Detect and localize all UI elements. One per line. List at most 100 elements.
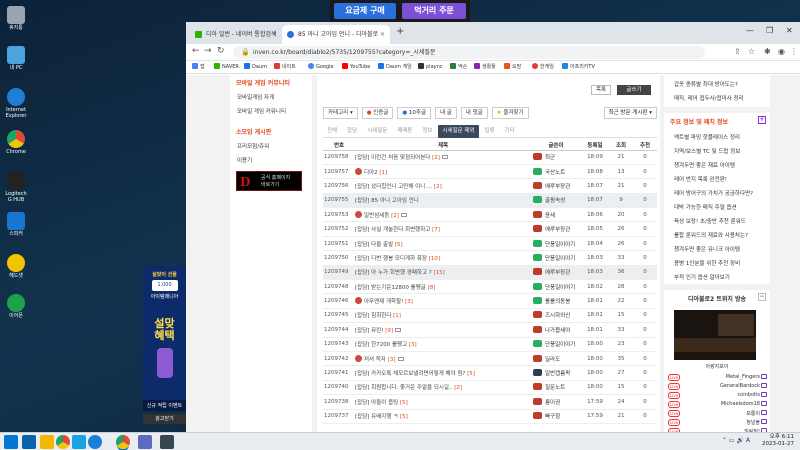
post-author[interactable]: 단풍일이야기 [545, 342, 575, 348]
tab-tips[interactable]: 팁류 [480, 125, 498, 138]
guide-link[interactable]: 용병 1인분을 위한 추천 장비 [664, 256, 770, 270]
streamer-item[interactable]: Live 보롱이 [664, 409, 770, 418]
chrome-running-icon[interactable] [116, 435, 130, 449]
guide-link[interactable]: 룰합 룬워드의 재료와 사용처는? [664, 228, 770, 242]
menu-icon[interactable]: ⋮ [790, 47, 798, 56]
bookmark-daum[interactable]: Daum [244, 61, 267, 74]
post-author[interactable]: 딜라도 [545, 357, 560, 363]
post-title-cell[interactable]: [잡담] 뮤린! [9] [355, 322, 531, 338]
post-author[interactable]: 즈시하외신 [545, 313, 570, 319]
post-title[interactable]: [잡담] 받는기운12800 룰펭글 [355, 285, 426, 291]
minimize-icon[interactable]: — [746, 26, 754, 35]
post-title[interactable]: [잡담] 카카오톡 채모르보낼려면어떻게 해야 됨? [355, 371, 465, 377]
bookmark-nate[interactable]: 네이트 [274, 61, 296, 74]
windows-start-icon[interactable] [4, 435, 18, 449]
bookmark-google[interactable]: Google [308, 61, 334, 74]
post-author-cell[interactable]: 에루부장관 [531, 265, 581, 281]
bookmark-nexon[interactable]: 넥슨 [450, 61, 467, 74]
post-author[interactable]: 롱이권 [545, 400, 560, 406]
post-author[interactable]: 에루부장관 [545, 270, 570, 276]
clock[interactable]: 오후 6:11 2023-01-27 [762, 434, 794, 448]
post-title[interactable]: [잡담] 회원합니다. 좋거운 주말을 되시길.. [355, 385, 453, 391]
streamer-name[interactable]: 보롱이 [746, 410, 760, 417]
post-author[interactable]: 윤세 [545, 213, 555, 219]
post-title-cell[interactable]: [잡담] 받는기운12800 룰펭글 [8] [355, 279, 531, 295]
new-tab-icon[interactable]: + [396, 26, 404, 37]
post-title[interactable]: 디아2 [364, 170, 378, 176]
bookmark-afreeca[interactable]: 아프리카TV [562, 61, 595, 74]
table-row[interactable]: 1209746 아무엔제 개학할! [3] 롤롤의동봉 18:01 22 0 [323, 293, 657, 309]
post-author-cell[interactable]: 에루부장관 [531, 178, 581, 194]
post-author-cell[interactable]: 딜라도 [531, 351, 581, 367]
table-row[interactable]: 1209749 [잡담] 아 누가 회변했 경패하고 ? [15] 에루부장관 18:… [323, 265, 657, 281]
post-title[interactable]: [잡담] 디번 행봉 모디게하 폭장 [355, 256, 427, 262]
post-author-cell[interactable]: 나가봅세야 [531, 322, 581, 338]
guide-link[interactable]: 지역/보스별 TC 및 드랍 정보 [664, 144, 770, 158]
maximize-icon[interactable]: ❐ [766, 26, 773, 35]
tab-etc[interactable]: 기타 [501, 125, 519, 138]
post-author[interactable]: 에루부장관 [545, 184, 570, 190]
post-title-cell[interactable]: [잡담] 유배지행 ㅋ [5] [355, 409, 531, 424]
filter-certified[interactable]: ● 인증글 [361, 107, 394, 119]
back-icon[interactable]: ← [192, 46, 200, 56]
sidebar-item-mobile-community[interactable]: 모바일 게임 커뮤니티 [230, 104, 312, 118]
table-row[interactable]: 1209753 일번섬세등 [2] 윤세 18:06 20 0 [323, 207, 657, 223]
guide-link[interactable]: 레어 반지 목록 완전판! [664, 172, 770, 186]
streamer-name[interactable]: coinbolts [737, 392, 760, 398]
post-author-cell[interactable]: 골핑속성 [531, 193, 581, 209]
sidebar-item-mobile-free[interactable]: 모바일게임 자게 [230, 90, 312, 104]
table-row[interactable]: 1209743 [잡담] 한7200 룰펭고 [3] 단풍일이야기 18:00 23 0 [323, 337, 657, 352]
post-title[interactable]: [잡담] 85 아니 고아임 언니 [355, 198, 419, 204]
guide-link[interactable]: 챙겨두면 좋은 재료 아이템 [664, 158, 770, 172]
guide-link[interactable]: 대박 가능한 매직 주얼 옵션 [664, 200, 770, 214]
category-dropdown[interactable]: 카테고리 ▾ [323, 107, 358, 119]
filter-my-comments[interactable]: 내 댓글 [460, 107, 488, 119]
chrome-icon[interactable] [56, 435, 70, 449]
post-author[interactable]: 단풍일이야기 [545, 256, 575, 262]
table-row[interactable]: 1209758 [잡담] 이런건 처음 맞점되어본다 [2] 최군 18:09 21 0 [323, 150, 657, 165]
post-author[interactable]: 단풍일이야기 [545, 242, 575, 248]
post-title-cell[interactable]: [잡담] 회원합니다. 좋거운 주말을 되시길.. [2] [355, 380, 531, 396]
post-title-cell[interactable]: [잡담] 샀더힙언니 고민해 이니 ... [2] [355, 178, 531, 194]
plan-purchase-button[interactable]: 요금제 구매 [334, 3, 396, 19]
bookmark-naver[interactable]: NAVER [214, 61, 239, 74]
close-window-icon[interactable]: ✕ [786, 26, 793, 35]
guide-link[interactable]: 육성 보장! 초/중반 추천 룬워드 [664, 214, 770, 228]
ad-close-button[interactable]: 광고닫기 [143, 414, 186, 424]
post-title[interactable]: [잡담] 이런건 처음 맞점되어본다 [355, 155, 430, 161]
tab-chat[interactable]: 잡담 [343, 125, 361, 138]
extensions-icon[interactable]: ✱ [764, 47, 771, 56]
desktop-icon-chrome[interactable]: Chrome [3, 130, 29, 155]
post-title-cell[interactable]: [잡담] 디번 행봉 모디게하 폭장 [10] [355, 250, 531, 266]
post-author-cell[interactable]: 질문노트 [531, 380, 581, 396]
guide-link[interactable]: 레어 방어구의 가치가 궁금하다면? [664, 186, 770, 200]
left-ad-banner[interactable]: 설맞이 선물 1,000 아이템매니아 설맞 혜택 신규 적립 이벤트 [143, 266, 186, 411]
close-icon[interactable]: × [380, 25, 385, 44]
bookmark-life[interactable]: 생활툴 [474, 61, 496, 74]
post-title-cell[interactable]: [잡담] 이런건 처음 맞점되어본다 [2] [355, 150, 531, 165]
plus-icon[interactable]: + [758, 116, 766, 124]
streamer-item[interactable]: Live coinbolts [664, 391, 770, 400]
table-row[interactable]: 1209755 [잡담] 85 아니 고아임 언니 골핑속성 18:07 9 0 [323, 193, 657, 209]
stream-thumbnail[interactable] [674, 310, 756, 360]
post-title-cell[interactable]: 디아2 [1] [355, 164, 531, 180]
profile-icon[interactable]: ◉ [778, 47, 785, 56]
top-ad-banner[interactable]: 요금제 구매 먹거리 주문 [330, 0, 470, 22]
post-title-cell[interactable]: 일번섬세등 [2] [355, 207, 531, 223]
post-title-cell[interactable]: [잡담] 아들이 옵팅 [5] [355, 394, 531, 410]
edge-icon[interactable] [88, 435, 102, 449]
post-title[interactable]: [잡담] 사실 개놀한다 회변했하고 [355, 227, 430, 233]
post-title-cell[interactable]: [잡담] 한7200 룰펭고 [3] [355, 337, 531, 352]
table-row[interactable]: 1209750 [잡담] 디번 행봉 모디게하 폭장 [10] 단풍일이야기 18:0… [323, 250, 657, 266]
table-row[interactable]: 1209737 [잡담] 유배지행 ㅋ [5] 빠구헝 17:59 21 0 [323, 409, 657, 424]
post-title[interactable]: 져셔 득자 [364, 357, 386, 363]
system-tray[interactable]: ⌃ ▭ 🔊 A [722, 437, 750, 444]
post-title[interactable]: [잡담] 힘회한다 [355, 313, 391, 319]
bookmark-daum-game[interactable]: Daum 게임 [378, 61, 412, 74]
table-row[interactable]: 1209742 져셔 득자 [3] 딜라도 18:00 35 0 [323, 351, 657, 367]
list-button[interactable]: 목록 [591, 85, 611, 95]
bookmark-plaync[interactable]: plaync [418, 61, 443, 74]
post-author-cell[interactable]: 단풍일이야기 [531, 250, 581, 266]
streamer-name[interactable]: GeneralBardock [720, 383, 760, 389]
post-title[interactable]: [잡담] 뮤린! [355, 328, 384, 334]
